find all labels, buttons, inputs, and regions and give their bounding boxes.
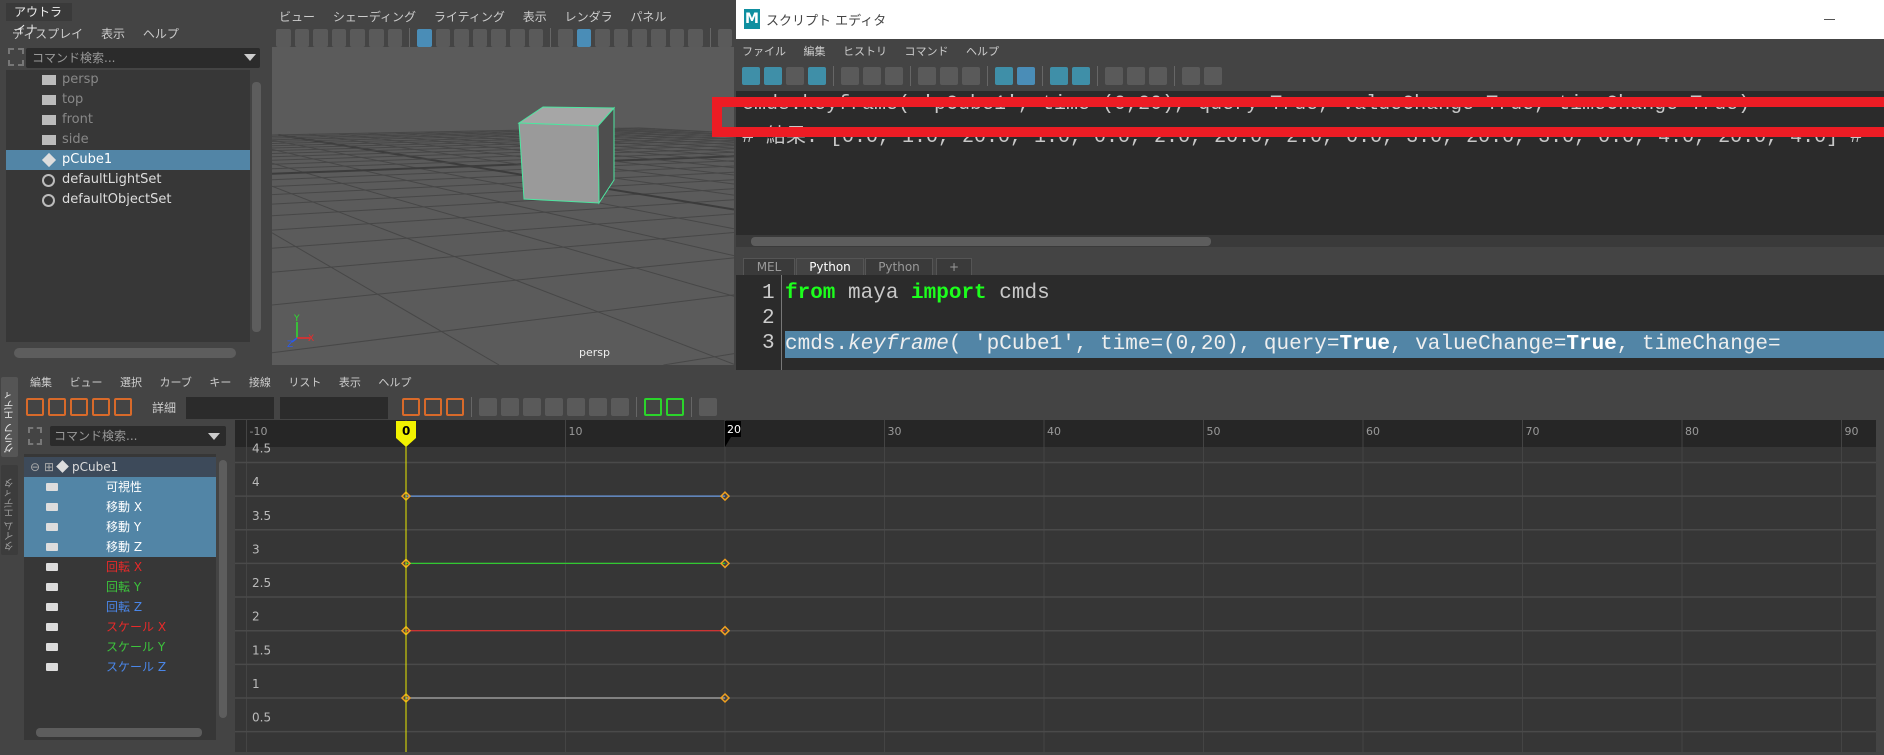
time-tick-label: 70 (1526, 425, 1540, 438)
graph-view[interactable]: -10 10 30 40 50 60 70 80 90 4.5 4 3.5 3 2.5 2 1.5 1 0.5 0 2… (0, 0, 1884, 755)
time-tick-label: 10 (569, 425, 583, 438)
value-tick-label: 2.5 (252, 576, 271, 590)
value-tick-label: 2 (252, 610, 260, 624)
value-tick-label: 0.5 (252, 711, 271, 725)
graph-background (235, 447, 1876, 752)
time-tick-label: 60 (1366, 425, 1380, 438)
value-tick-label: 3.5 (252, 509, 271, 523)
value-tick-label: 1.5 (252, 643, 271, 657)
time-tick-label: 90 (1845, 425, 1859, 438)
end-time-label: 20 (727, 423, 741, 436)
value-tick-label: 3 (252, 542, 260, 556)
value-tick-label: 1 (252, 677, 260, 691)
current-time-label: 0 (402, 424, 410, 438)
time-tick-label: 80 (1685, 425, 1699, 438)
time-tick-label: 40 (1047, 425, 1061, 438)
value-tick-label: 4.5 (252, 441, 271, 455)
time-tick-label: 30 (888, 425, 902, 438)
time-tick-label: 50 (1207, 425, 1221, 438)
time-tick-label: -10 (250, 425, 268, 438)
value-tick-label: 4 (252, 475, 260, 489)
